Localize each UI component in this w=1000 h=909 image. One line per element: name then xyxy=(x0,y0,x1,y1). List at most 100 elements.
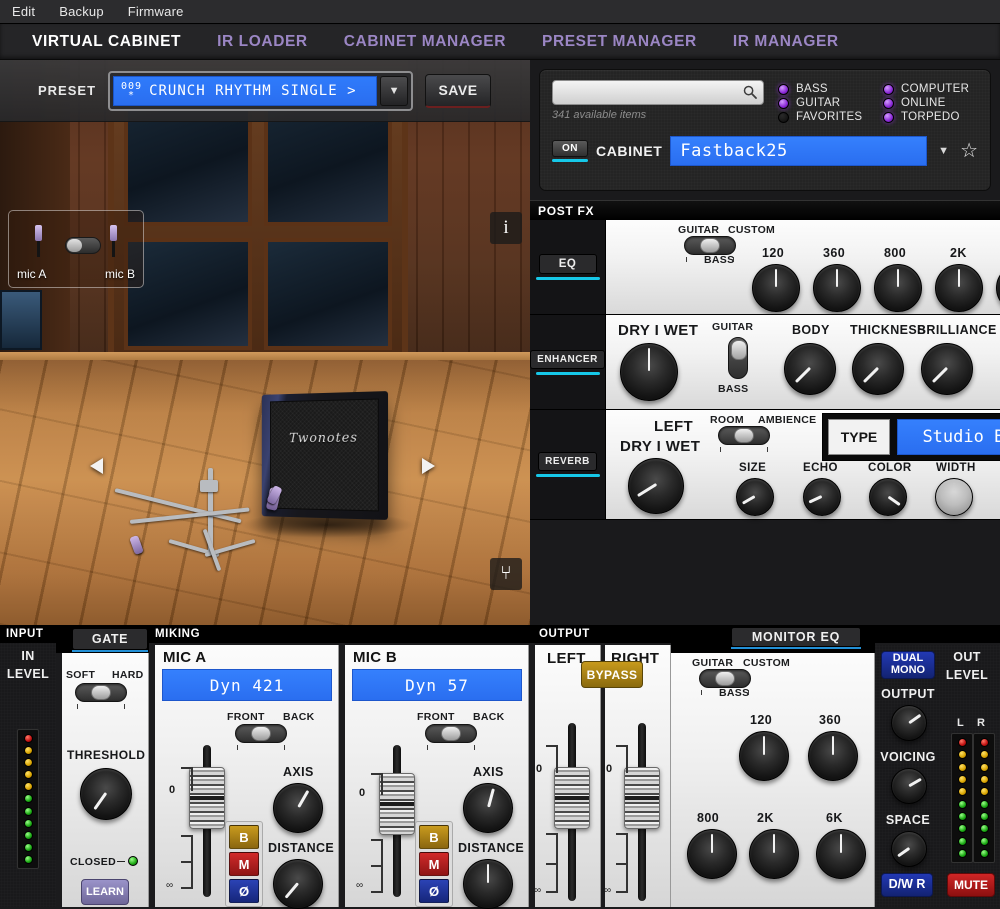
mic-a-model-field[interactable]: Dyn 421 xyxy=(162,669,332,701)
enhancer-knob-thickness[interactable] xyxy=(852,343,904,395)
mic-b-model-field[interactable]: Dyn 57 xyxy=(352,669,522,701)
filter-guitar[interactable]: GUITAR xyxy=(778,97,873,109)
gate-tab-label[interactable]: GATE xyxy=(72,628,148,650)
gate-learn-button[interactable]: LEARN xyxy=(81,879,129,905)
rotate-left-arrow[interactable] xyxy=(90,458,103,474)
reverb-tab[interactable]: REVERB xyxy=(530,410,606,519)
mic-b-position-switch[interactable] xyxy=(425,724,477,743)
search-input[interactable] xyxy=(553,81,763,104)
mic-a-button-m[interactable]: M xyxy=(229,852,259,876)
output-left-min-icon: ∞ xyxy=(534,885,541,896)
eq-knob-800[interactable] xyxy=(874,264,922,312)
filter-online[interactable]: ONLINE xyxy=(883,97,978,109)
voicing-knob[interactable] xyxy=(891,768,927,804)
tab-ir-loader[interactable]: IR LOADER xyxy=(199,33,326,51)
enhancer-knob-body[interactable] xyxy=(784,343,836,395)
mic-b-level-fader[interactable] xyxy=(371,745,415,897)
mic-a-distance-knob[interactable] xyxy=(273,859,323,909)
mute-button[interactable]: MUTE xyxy=(947,873,995,897)
tab-ir-manager[interactable]: IR MANAGER xyxy=(715,33,857,51)
preset-selector[interactable]: 009 * CRUNCH RHYTHM SINGLE > ▼ xyxy=(108,71,413,111)
reverb-knob-size[interactable] xyxy=(736,478,774,516)
info-button[interactable]: i xyxy=(490,212,522,244)
monitor-knob-6k[interactable] xyxy=(816,829,866,879)
eq-voicing-switch[interactable] xyxy=(684,236,736,255)
search-box[interactable] xyxy=(552,80,764,105)
gate-type-switch[interactable] xyxy=(75,683,127,702)
eq-knob-2k[interactable] xyxy=(935,264,983,312)
switch-handle xyxy=(715,671,735,686)
reverb-drywet-knob[interactable] xyxy=(628,458,684,514)
enhancer-knob-brilliance[interactable] xyxy=(921,343,973,395)
cabinet-value-display[interactable]: Fastback25 xyxy=(670,136,927,166)
menu-item-backup[interactable]: Backup xyxy=(59,4,104,19)
fader-handle[interactable] xyxy=(379,773,415,835)
filter-computer[interactable]: COMPUTER xyxy=(883,83,978,95)
monitor-knob-120[interactable] xyxy=(739,731,789,781)
monitor-knob-360[interactable] xyxy=(808,731,858,781)
dry-wet-right-button[interactable]: D/W R xyxy=(881,873,933,897)
tuner-button[interactable]: ⑂ xyxy=(490,558,522,590)
output-right-fader[interactable] xyxy=(616,723,660,901)
preset-dropdown-button[interactable]: ▼ xyxy=(380,76,408,106)
gate-closed-dash xyxy=(117,861,125,862)
reverb-knob-echo[interactable] xyxy=(803,478,841,516)
space-knob[interactable] xyxy=(891,831,927,867)
mic-b-button-phase[interactable]: Ø xyxy=(419,879,449,903)
reverb-knob-width[interactable] xyxy=(935,478,973,516)
mic-a-button-b[interactable]: B xyxy=(229,825,259,849)
favorite-star-icon[interactable]: ☆ xyxy=(960,142,978,160)
filter-bass[interactable]: BASS xyxy=(778,83,873,95)
mic-ab-toggle[interactable] xyxy=(65,237,101,254)
menu-item-firmware[interactable]: Firmware xyxy=(128,4,184,19)
enhancer-tab[interactable]: ENHANCER xyxy=(530,315,606,409)
mic-b-distance-knob[interactable] xyxy=(463,859,513,909)
fader-handle[interactable] xyxy=(624,767,660,829)
mic-a-fader-zero-label: 0 xyxy=(169,784,175,796)
eq-knob-360[interactable] xyxy=(813,264,861,312)
eq-tab[interactable]: EQ xyxy=(530,220,606,314)
meter-led xyxy=(980,849,989,858)
mic-a-axis-knob[interactable] xyxy=(273,783,323,833)
cabinet-on-toggle[interactable]: ON xyxy=(552,140,588,162)
preset-value-display[interactable]: 009 * CRUNCH RHYTHM SINGLE > xyxy=(113,76,377,106)
reverb-mode-switch[interactable] xyxy=(718,426,770,445)
monitor-eq-bypass-button[interactable]: BYPASS xyxy=(581,661,643,688)
tab-preset-manager[interactable]: PRESET MANAGER xyxy=(524,33,715,51)
mic-a-position-switch[interactable] xyxy=(235,724,287,743)
filter-torpedo[interactable]: TORPEDO xyxy=(883,111,978,123)
reverb-type-selector[interactable]: TYPE Studio B ▼ xyxy=(822,413,1000,461)
mic-b-button-m[interactable]: M xyxy=(419,852,449,876)
mic-b-button-b[interactable]: B xyxy=(419,825,449,849)
reverb-type-value[interactable]: Studio B ▼ xyxy=(897,419,1000,455)
mic-b-axis-knob[interactable] xyxy=(463,783,513,833)
meter-led xyxy=(24,807,33,816)
cabinet-dropdown-button[interactable]: ▼ xyxy=(935,145,952,157)
virtual-room-view[interactable]: Twonotes mic A mi xyxy=(0,60,530,625)
mic-a-button-phase[interactable]: Ø xyxy=(229,879,259,903)
monitor-knob-2k[interactable] xyxy=(749,829,799,879)
out-meter-label-r: R xyxy=(977,717,985,729)
filter-favorites[interactable]: FAVORITES xyxy=(778,111,873,123)
threshold-knob[interactable] xyxy=(80,768,132,820)
save-button[interactable]: SAVE xyxy=(425,74,491,108)
fader-handle[interactable] xyxy=(554,767,590,829)
eq-knob-120[interactable] xyxy=(752,264,800,312)
eq-knob-6k[interactable] xyxy=(996,264,1000,312)
output-left-fader[interactable] xyxy=(546,723,590,901)
menu-item-edit[interactable]: Edit xyxy=(12,4,35,19)
reverb-knob-color[interactable] xyxy=(869,478,907,516)
output-knob[interactable] xyxy=(891,705,927,741)
dual-mono-button[interactable]: DUAL MONO xyxy=(881,651,935,679)
mic-a-level-fader[interactable] xyxy=(181,745,225,897)
fader-handle[interactable] xyxy=(189,767,225,829)
monitor-eq-voicing-switch[interactable] xyxy=(699,669,751,688)
enhancer-voicing-switch[interactable] xyxy=(728,337,748,379)
tab-virtual-cabinet[interactable]: VIRTUAL CABINET xyxy=(14,33,199,51)
monitor-eq-tab-label[interactable]: MONITOR EQ xyxy=(731,627,861,647)
tab-cabinet-manager[interactable]: CABINET MANAGER xyxy=(326,33,524,51)
mic-ab-selector-panel[interactable]: mic A mic B xyxy=(8,210,144,288)
rotate-right-arrow[interactable] xyxy=(422,458,435,474)
monitor-knob-800[interactable] xyxy=(687,829,737,879)
enhancer-drywet-knob[interactable] xyxy=(620,343,678,401)
